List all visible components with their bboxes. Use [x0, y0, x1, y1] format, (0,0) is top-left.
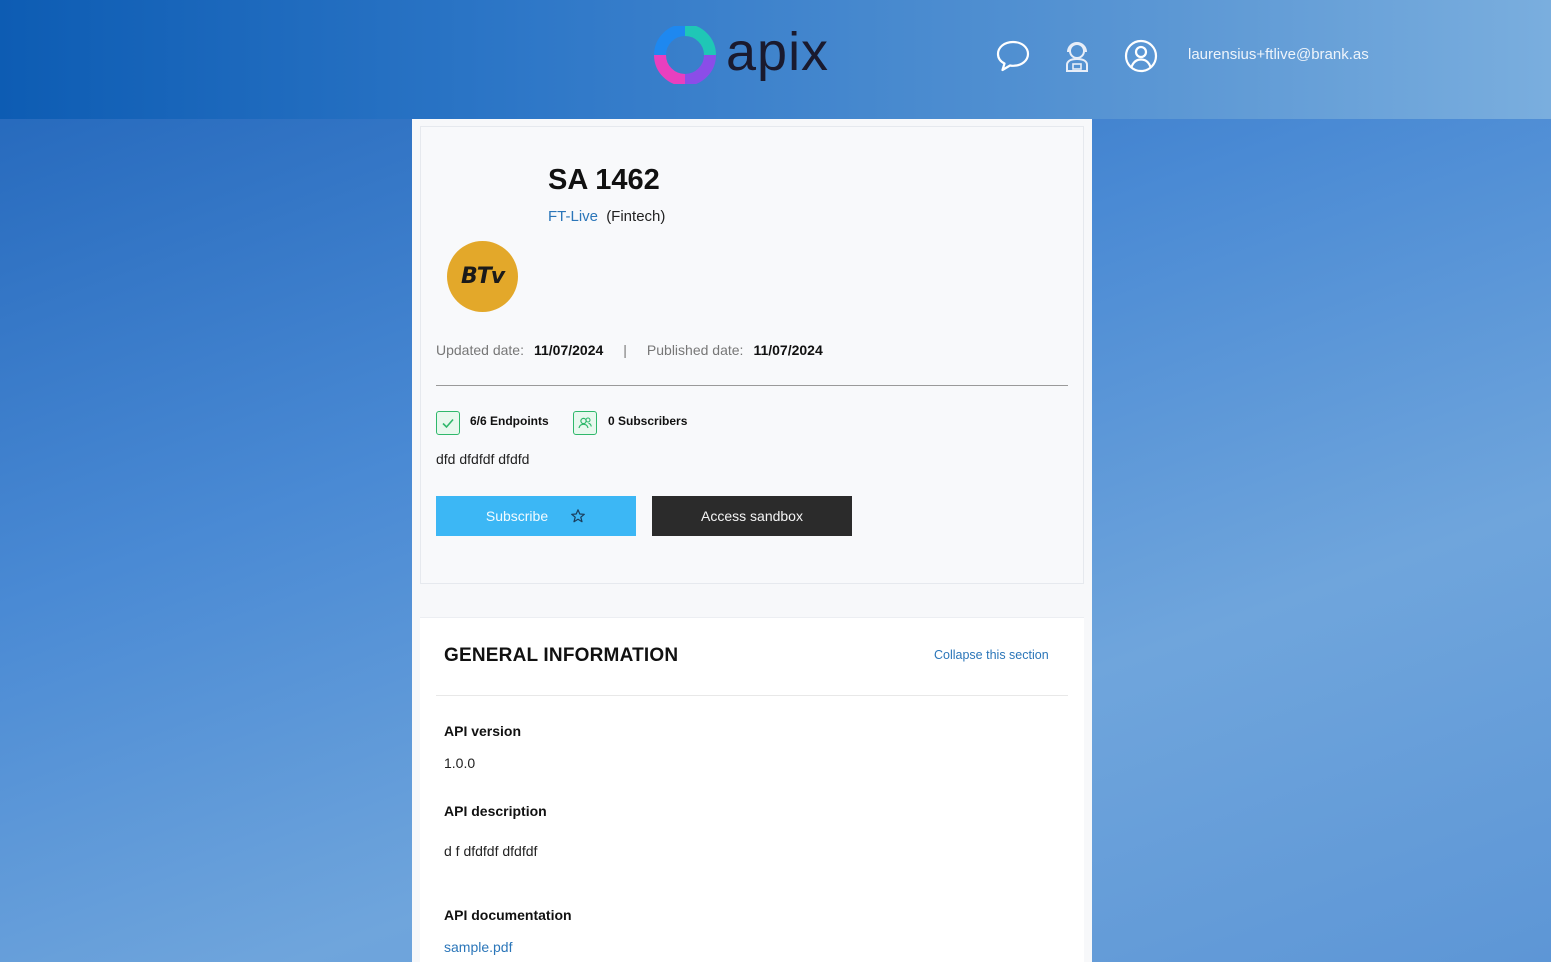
checkmark-icon	[436, 411, 460, 435]
logo-text: apix	[726, 22, 830, 82]
subscribe-button[interactable]: Subscribe	[436, 496, 636, 536]
header-divider	[436, 385, 1068, 386]
provider-line: FT-Live (Fintech)	[548, 208, 665, 225]
updated-date-label: Updated date:	[436, 342, 524, 358]
dates-row: Updated date: 11/07/2024 | Published date: 1…	[436, 342, 823, 358]
user-account-icon[interactable]	[1123, 38, 1159, 74]
api-documentation-label: API documentation	[444, 907, 572, 923]
updated-date-value: 11/07/2024	[533, 342, 604, 358]
api-description-value: d f dfdfdf dfdfdf	[444, 843, 538, 859]
api-version-value: 1.0.0	[444, 755, 476, 771]
collapse-section-link[interactable]: Collapse this section	[934, 648, 1049, 662]
subscribers-count: 0 Subscribers	[608, 414, 688, 428]
published-date-label: Published date:	[646, 342, 744, 358]
api-version-label: API version	[444, 723, 522, 739]
access-sandbox-label: Access sandbox	[701, 508, 803, 524]
api-avatar-text: BTv	[460, 264, 505, 289]
user-email-link[interactable]: laurensius+ftlive@brank.as	[1188, 46, 1369, 63]
apix-logo[interactable]: apix	[652, 22, 852, 86]
access-sandbox-button[interactable]: Access sandbox	[652, 496, 852, 536]
api-avatar: BTv	[447, 241, 518, 312]
published-date-value: 11/07/2024	[753, 342, 823, 358]
api-short-description: dfd dfdfdf dfdfd	[436, 451, 530, 467]
top-navigation-bar: apix laurensius+ftlive@brank.as	[0, 0, 1551, 119]
support-agent-icon[interactable]	[1059, 38, 1095, 74]
chat-icon[interactable]	[995, 38, 1031, 74]
subscribers-icon	[573, 411, 597, 435]
star-icon	[570, 508, 586, 524]
subscribe-label: Subscribe	[485, 508, 549, 524]
category-label: (Fintech)	[606, 208, 666, 225]
logo-ring-icon	[654, 24, 716, 86]
general-information-title: GENERAL INFORMATION	[444, 645, 679, 666]
api-title: SA 1462	[548, 164, 660, 196]
endpoints-count: 6/6 Endpoints	[470, 414, 549, 428]
date-separator: |	[623, 342, 627, 358]
provider-link[interactable]: FT-Live	[548, 208, 598, 225]
api-documentation-link[interactable]: sample.pdf	[444, 939, 512, 955]
section-divider	[436, 695, 1068, 696]
api-description-label: API description	[444, 803, 547, 819]
